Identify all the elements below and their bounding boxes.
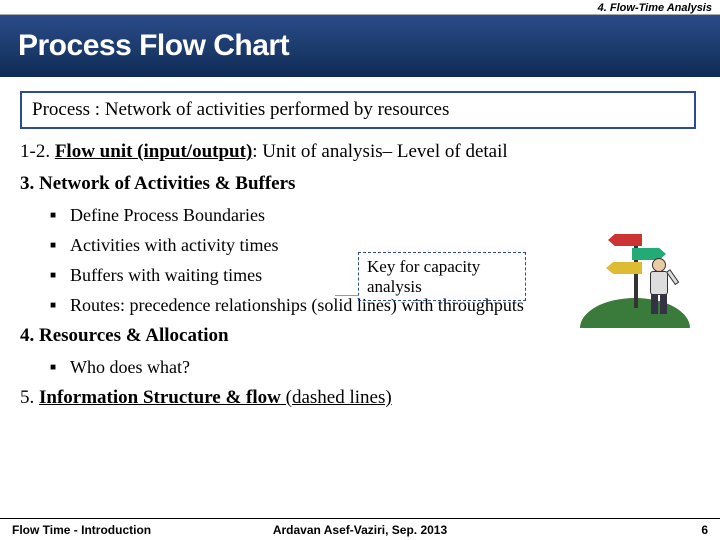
item-5: 5. Information Structure & flow (dashed … [20,387,704,409]
item-3: 3. Network of Activities & Buffers [20,173,704,195]
key-capacity-box: Key for capacity analysis [358,252,526,301]
signpost-illustration [580,228,690,328]
chapter-header: 4. Flow-Time Analysis [0,0,720,15]
item-5-rest: (dashed lines) [281,387,392,408]
bullet-boundaries: Define Process Boundaries [70,205,704,226]
item-1-2-rest: : Unit of analysis– Level of detail [252,141,507,162]
item-1-2-label: Flow unit (input/output) [55,141,252,162]
bullet-who: Who does what? [70,357,704,378]
process-definition-box: Process : Network of activities performe… [20,91,696,129]
footer-page-number: 6 [701,523,708,537]
item-1-2-prefix: 1-2. [20,141,55,162]
slide-footer: Flow Time - Introduction Ardavan Asef-Va… [0,518,720,540]
person-icon [642,258,678,316]
connector-line [335,295,359,296]
item-5-label: Information Structure & flow [39,387,281,408]
footer-center: Ardavan Asef-Vaziri, Sep. 2013 [0,523,720,537]
slide-title: Process Flow Chart [0,15,720,77]
item-4: 4. Resources & Allocation [20,325,704,347]
item-4-bullets: Who does what? [16,357,704,378]
item-1-2: 1-2. Flow unit (input/output): Unit of a… [20,141,704,163]
item-5-prefix: 5. [20,387,39,408]
